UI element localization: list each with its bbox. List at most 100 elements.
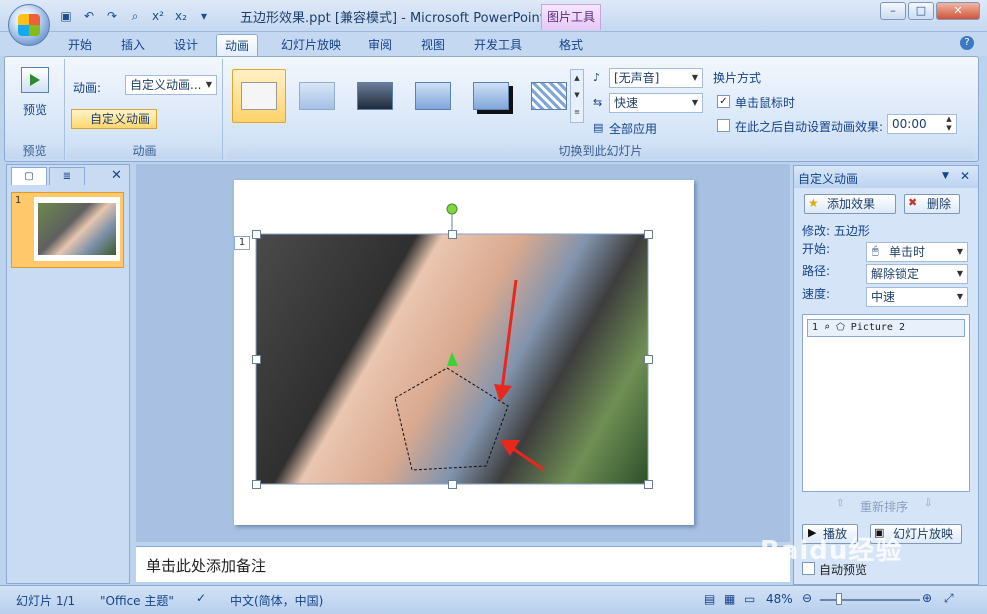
pane-close-icon[interactable]: ✕ [960, 169, 970, 183]
chevron-down-icon: ▼ [956, 269, 964, 278]
zoom-in-icon[interactable]: ⊕ [922, 591, 932, 605]
modify-label: 修改: 五边形 [802, 224, 870, 238]
office-button[interactable] [8, 4, 50, 46]
transition-group: ▲ ▼ ≡ ♪ [无声音] ▼ ⇆ 快速 ▼ ▤ 全部应用 换片方式 ✓ 单击鼠标时 在… [227, 59, 974, 160]
slide-thumbnail[interactable]: 1 [11, 192, 124, 268]
resize-handle-nw[interactable] [252, 230, 261, 239]
auto-advance-checkbox[interactable] [717, 119, 730, 132]
office-logo-icon [18, 14, 40, 36]
transition-none[interactable] [232, 69, 286, 123]
rotate-handle[interactable] [446, 203, 458, 215]
slides-tab[interactable]: ▢ [11, 167, 47, 185]
animation-dropdown[interactable]: 自定义动画... ▼ [125, 75, 217, 95]
gallery-scroll[interactable]: ▲ ▼ ≡ [570, 69, 584, 123]
tab-view[interactable]: 视图 [413, 34, 453, 56]
animation-marker[interactable]: 1 [234, 236, 250, 250]
minimize-button[interactable]: – [880, 2, 906, 20]
tab-review[interactable]: 审阅 [360, 34, 400, 56]
transition-cut-black[interactable] [464, 69, 518, 123]
sorter-view-icon[interactable]: ▦ [724, 592, 735, 606]
animation-label: 动画: [73, 81, 102, 95]
resize-handle-e[interactable] [644, 355, 653, 364]
resize-handle-sw[interactable] [252, 480, 261, 489]
mouse-icon: 🖱 [872, 244, 879, 257]
fit-window-icon[interactable]: ⤢ [944, 591, 954, 606]
redo-icon[interactable]: ↷ [102, 7, 122, 25]
preview-group: 预览 预览 [5, 59, 65, 160]
normal-view-icon[interactable]: ▤ [704, 592, 715, 606]
subscript-icon[interactable]: x₂ [171, 7, 191, 25]
custom-animation-button[interactable]: 自定义动画 [71, 109, 157, 129]
undo-icon[interactable]: ↶ [79, 7, 99, 25]
speed-dropdown[interactable]: 快速 ▼ [609, 93, 703, 113]
close-button[interactable]: ✕ [936, 2, 980, 20]
path-dropdown[interactable]: 解除锁定 ▼ [866, 264, 968, 284]
transition-cut[interactable] [406, 69, 460, 123]
path-label: 路径: [802, 264, 831, 278]
group-label: 动画 [67, 143, 222, 159]
tab-slideshow[interactable]: 幻灯片放映 [273, 34, 349, 56]
tab-developer[interactable]: 开发工具 [466, 34, 530, 56]
custom-animation-pane: 自定义动画 ▼ ✕ 添加效果 ★ 删除 ✖ 修改: 五边形 开始: 单击时 ▼ 🖱… [793, 165, 979, 585]
speed-icon: ⇆ [593, 96, 603, 109]
spinner-icon[interactable]: ▲ ▼ [942, 115, 956, 133]
status-bar: 幻灯片 1/1 "Office 主题" ✓ 中文(简体，中国) ▤ ▦ ▭ 48… [0, 585, 987, 614]
apply-all-button[interactable]: 全部应用 [609, 120, 657, 137]
tab-animations[interactable]: 动画 [216, 34, 259, 56]
preview-button[interactable]: 预览 [23, 101, 47, 118]
move-up-icon[interactable]: ⇧ [836, 498, 844, 509]
speed-dropdown[interactable]: 中速 ▼ [866, 287, 968, 307]
slideshow-view-icon[interactable]: ▭ [744, 592, 755, 606]
transition-dissolve[interactable] [522, 69, 576, 123]
resize-handle-ne[interactable] [644, 230, 653, 239]
superscript-icon[interactable]: x² [148, 7, 168, 25]
chevron-down-icon: ▼ [691, 73, 699, 82]
zoom-slider[interactable] [820, 599, 920, 601]
preview-icon[interactable]: ⌕ [125, 7, 145, 25]
selection-overlay [255, 203, 649, 485]
tab-design[interactable]: 设计 [166, 34, 206, 56]
red-arrow-2 [511, 446, 545, 472]
start-label: 开始: [802, 242, 831, 256]
customize-icon[interactable]: ▾ [194, 7, 214, 25]
sound-dropdown[interactable]: [无声音] ▼ [609, 68, 703, 88]
chevron-down-icon: ▼ [956, 247, 964, 256]
resize-handle-se[interactable] [644, 480, 653, 489]
resize-handle-s[interactable] [448, 480, 457, 489]
move-down-icon[interactable]: ⇩ [924, 498, 932, 509]
pane-menu-icon[interactable]: ▼ [942, 171, 949, 181]
auto-advance-label: 在此之后自动设置动画效果: [735, 120, 884, 134]
on-click-checkbox[interactable]: ✓ [717, 95, 730, 108]
resize-handle-w[interactable] [252, 355, 261, 364]
slides-pane: ▢ ≣ ✕ 1 [6, 164, 130, 584]
start-dropdown[interactable]: 单击时 ▼ [866, 242, 968, 262]
outline-tab[interactable]: ≣ [49, 167, 85, 185]
auto-advance-time[interactable]: 00:00 ▲ ▼ [887, 114, 957, 134]
zoom-slider-thumb[interactable] [836, 593, 842, 605]
slide-number: 1 [15, 195, 22, 206]
chevron-down-icon: ▼ [205, 80, 213, 89]
tab-insert[interactable]: 插入 [113, 34, 153, 56]
help-icon[interactable]: ? [960, 36, 974, 50]
quick-access-toolbar: ▣ ↶ ↷ ⌕ x² x₂ ▾ [56, 6, 214, 26]
tab-home[interactable]: 开始 [60, 34, 100, 56]
spellcheck-icon[interactable]: ✓ [196, 591, 206, 605]
resize-handle-n[interactable] [448, 230, 457, 239]
notes-area[interactable]: 单击此处添加备注 [136, 546, 790, 582]
zoom-level[interactable]: 48% [766, 592, 793, 606]
path-start-marker [447, 352, 458, 366]
close-pane-icon[interactable]: ✕ [111, 168, 122, 183]
sound-icon: ♪ [593, 71, 601, 84]
maximize-button[interactable]: □ [908, 2, 934, 20]
save-icon[interactable]: ▣ [56, 7, 76, 25]
zoom-out-icon[interactable]: ⊖ [802, 591, 812, 605]
transition-fade[interactable] [290, 69, 344, 123]
animation-list-item[interactable]: 1 ⌕ ⬠ Picture 2 [807, 319, 965, 337]
theme-name: "Office 主题" [100, 594, 174, 608]
tab-format[interactable]: 格式 [551, 34, 591, 56]
preview-icon [21, 67, 49, 93]
language-status: 中文(简体，中国) [230, 594, 324, 608]
transition-fade-black[interactable] [348, 69, 402, 123]
advance-slide-heading: 换片方式 [713, 71, 762, 85]
group-label: 切换到此幻灯片 [227, 143, 974, 159]
